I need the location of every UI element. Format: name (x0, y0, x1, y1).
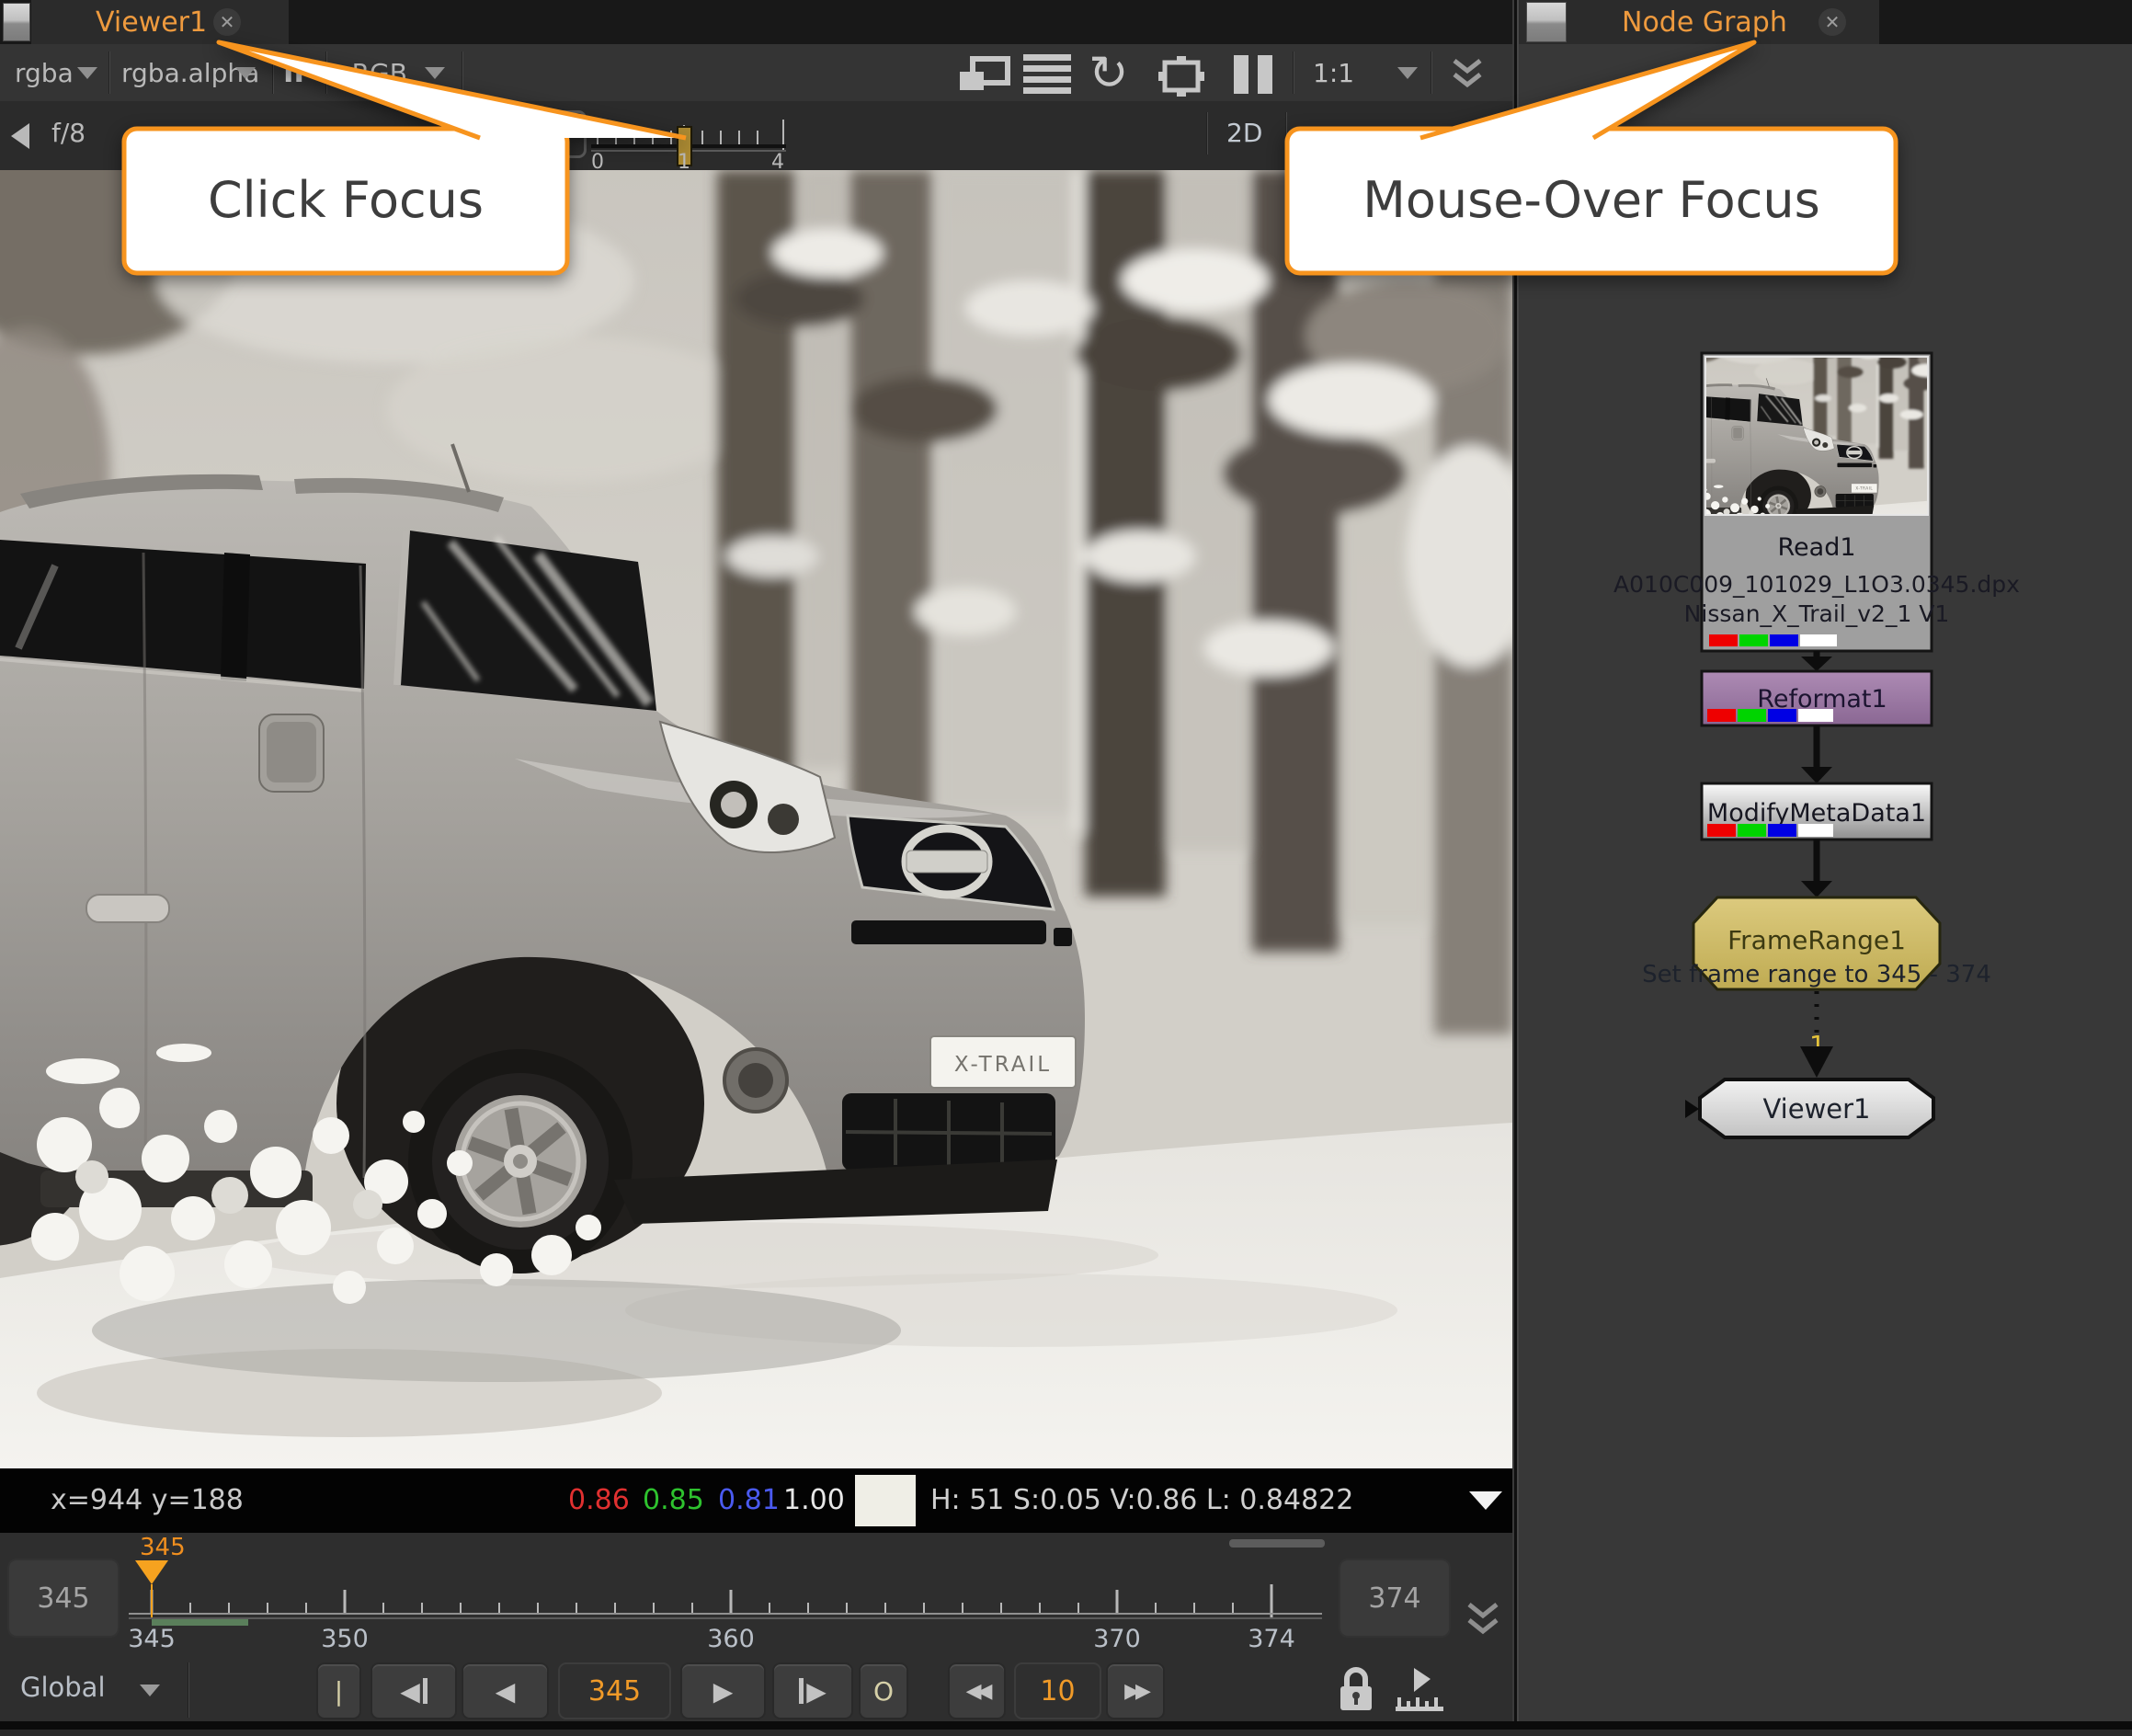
viewer-image[interactable] (0, 170, 1512, 1468)
pixel-blue: 0.81 (718, 1484, 780, 1516)
info-collapse-arrow-icon[interactable] (1469, 1491, 1502, 1510)
read1-channel-chips (1709, 634, 1837, 646)
pixel-info-bar: x=944 y=188 0.86 0.85 0.81 1.00 H: 51 S:… (0, 1468, 1512, 1533)
timeline: 345 345 345 350 360 370 374 374 (0, 1533, 1512, 1655)
range-end-input[interactable]: 374 (1339, 1559, 1451, 1638)
pane-menu-icon[interactable] (3, 3, 30, 41)
channels-dropdown-arrow-icon[interactable] (77, 67, 97, 79)
lock-range-icon[interactable] (1335, 1666, 1377, 1714)
play-forward-button[interactable]: ▶ (680, 1662, 766, 1719)
pixel-color-swatch (855, 1475, 916, 1526)
framerange1-label: FrameRange1 (1727, 925, 1906, 955)
svg-text:350: 350 (321, 1625, 369, 1653)
callout-mouse-over-focus-text: Mouse-Over Focus (1362, 171, 1819, 229)
node-framerange1[interactable]: FrameRange1 Set frame range to 345 - 374 (1642, 897, 1991, 989)
aperture-label[interactable]: f/8 (51, 118, 86, 148)
prev-view-arrow-icon[interactable] (11, 123, 29, 149)
ruler-labels: 345 350 360 370 374 (129, 1625, 1295, 1653)
callout-click-focus: Click Focus (101, 18, 735, 294)
svg-text:4: 4 (771, 151, 784, 169)
pixel-coords: x=944 y=188 (51, 1484, 244, 1516)
modifymetadata1-channel-chips (1707, 824, 1833, 837)
reformat1-channel-chips (1707, 709, 1833, 722)
play-backward-button[interactable]: ◀ (462, 1662, 549, 1719)
layout-squares-icon[interactable] (958, 56, 1011, 93)
playhead-value: 345 (140, 1534, 186, 1561)
modifymetadata1-label: ModifyMetaData1 (1707, 799, 1926, 828)
pixel-hsvl: H: 51 S:0.05 V:0.86 L: 0.84822 (930, 1484, 1353, 1516)
roi-icon[interactable] (1157, 54, 1208, 97)
timeline-scrollbar[interactable] (1229, 1539, 1325, 1548)
refresh-icon[interactable]: ↻ (1089, 46, 1129, 101)
callout-click-focus-text: Click Focus (208, 171, 484, 229)
goto-start-button[interactable]: | (316, 1662, 361, 1719)
view-mode-dropdown[interactable]: 2D (1226, 118, 1262, 148)
node-viewer1[interactable]: Viewer1 (1685, 1079, 1933, 1137)
pixel-green: 0.85 (643, 1484, 704, 1516)
scanlines-icon[interactable] (1023, 54, 1073, 95)
step-back-button[interactable]: ◀ (371, 1662, 457, 1719)
read1-filename: A010C009_101029_L1O3.0345.dpx (1613, 571, 2020, 598)
pixel-alpha: 1.00 (783, 1484, 845, 1516)
svg-text:360: 360 (707, 1625, 755, 1653)
viewer1-input-arrow-icon (1685, 1100, 1699, 1118)
read1-clipname: Nissan_X_Trail_v2_1 V1 (1684, 600, 1950, 627)
frame-context-dropdown[interactable]: Global (20, 1672, 106, 1703)
step-forward-button[interactable]: ▶ (772, 1662, 853, 1719)
playhead-marker[interactable] (135, 1560, 168, 1584)
frame-context-arrow-icon[interactable] (140, 1685, 160, 1696)
callout-mouse-over-focus: Mouse-Over Focus (1269, 18, 1940, 294)
pixel-red: 0.86 (568, 1484, 630, 1516)
jump-back-button[interactable]: ◀◀ (948, 1662, 1006, 1719)
jump-forward-button[interactable]: ▶▶ (1106, 1662, 1165, 1719)
frame-increment-input[interactable]: 10 (1014, 1662, 1101, 1719)
read1-label: Read1 (1777, 533, 1855, 562)
range-start-input[interactable]: 345 (7, 1559, 120, 1638)
timeline-collapse-chevrons-icon[interactable] (1464, 1603, 1504, 1639)
transport-bar: Global | ◀ ◀ 345 ▶ ▶ O ◀◀ 10 ▶▶ (0, 1655, 1512, 1721)
node-read1[interactable]: Read1 A010C009_101029_L1O3.0345.dpx Niss… (1613, 320, 2020, 651)
svg-text:345: 345 (129, 1625, 176, 1653)
node-reformat1[interactable]: Reformat1 (1702, 671, 1932, 725)
current-frame-input[interactable]: 345 (558, 1662, 671, 1719)
svg-text:370: 370 (1093, 1625, 1141, 1653)
loop-mode-button[interactable]: O (859, 1662, 908, 1719)
timeline-ruler[interactable]: 345 345 350 360 370 374 (129, 1533, 1333, 1655)
viewer1-node-label: Viewer1 (1762, 1093, 1870, 1125)
channels-dropdown[interactable]: rgba (15, 58, 74, 88)
node-modifymetadata1[interactable]: ModifyMetaData1 (1702, 783, 1932, 839)
svg-text:374: 374 (1248, 1625, 1295, 1653)
frame-marker-icon[interactable] (1394, 1668, 1447, 1714)
framerange1-note: Set frame range to 345 - 374 (1642, 961, 1991, 988)
